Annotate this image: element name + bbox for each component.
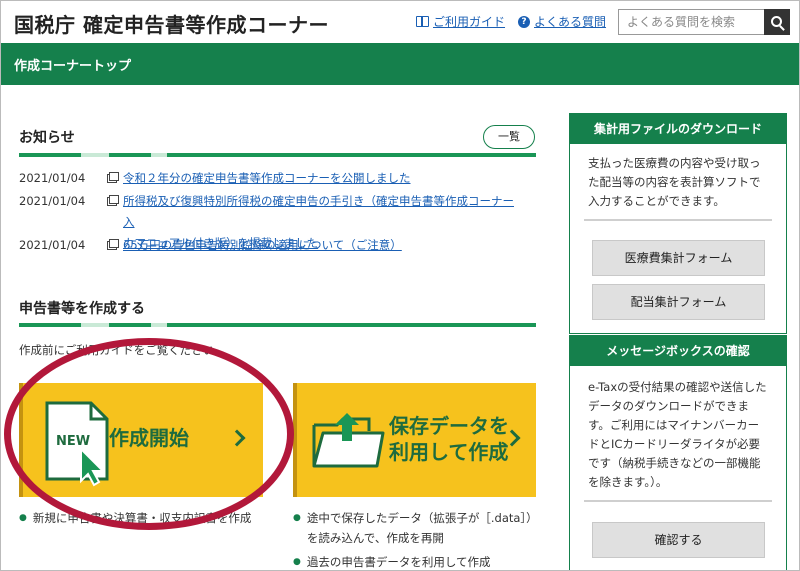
faq-link[interactable]: ? よくある質問 <box>518 13 606 30</box>
book-icon <box>416 16 429 27</box>
download-panel: 集計用ファイルのダウンロード 支払った医療費の内容や受け取った配当等の内容を表計… <box>569 113 787 334</box>
restore-bullet: ● 途中で保存したデータ（拡張子が［.data］）を読み込んで、作成を再開 <box>293 508 543 548</box>
news-list-button[interactable]: 一覧 <box>483 125 535 149</box>
download-panel-heading: 集計用ファイルのダウンロード <box>570 114 786 144</box>
download-panel-text: 支払った医療費の内容や受け取った配当等の内容を表計算ソフトで入力することができま… <box>588 156 761 208</box>
search-icon <box>770 15 782 27</box>
bullet-text: 過去の申告書データを利用して作成 <box>306 555 491 569</box>
create-heading: 申告書等を作成する <box>19 301 145 317</box>
breadcrumb-top: 作成コーナートップ <box>14 59 132 74</box>
news-date: 2021/01/04 <box>19 171 86 185</box>
messagebox-panel-heading: メッセージボックスの確認 <box>570 336 786 366</box>
guide-link-label: ご利用ガイド <box>433 15 506 29</box>
faq-link-label: よくある質問 <box>534 15 607 29</box>
chevron-right-icon <box>228 429 246 447</box>
page-frame: 国税庁 確定申告書等作成コーナー ご利用ガイド ? よくある質問 作成コーナート… <box>0 0 800 571</box>
guide-link[interactable]: ご利用ガイド <box>416 13 505 30</box>
site-title[interactable]: 国税庁 確定申告書等作成コーナー <box>14 9 329 38</box>
medical-form-button[interactable]: 医療費集計フォーム <box>592 240 765 276</box>
restore-data-label: 保存データを 利用して作成 <box>389 413 509 465</box>
search-button[interactable] <box>764 9 790 35</box>
restore-data-button[interactable]: 保存データを 利用して作成 <box>293 383 536 497</box>
restore-bullet: ● 過去の申告書データを利用して作成 <box>293 552 491 570</box>
svg-text:NEW: NEW <box>56 434 90 449</box>
news-heading: お知らせ <box>19 130 75 146</box>
window-icon <box>107 172 119 183</box>
divider <box>584 500 772 502</box>
window-icon <box>107 195 119 206</box>
divider <box>584 219 772 221</box>
messagebox-panel: メッセージボックスの確認 e-Taxの受付結果の確認や送信したデータのダウンロー… <box>569 335 787 570</box>
news-item: 2021/01/04 令和２年分の確定申告書等作成コーナーを公開しました <box>19 168 411 189</box>
bullet-icon: ● <box>19 513 27 523</box>
news-divider <box>19 153 536 157</box>
news-link-line1: 所得税及び復興特別所得税の確定申告の手引き（確定申告書等作成コーナー入 <box>123 194 514 229</box>
new-document-icon: NEW <box>45 401 109 487</box>
restore-data-line1: 保存データを <box>389 414 509 438</box>
site-header: 国税庁 確定申告書等作成コーナー ご利用ガイド ? よくある質問 <box>1 1 799 43</box>
dividend-form-button[interactable]: 配当集計フォーム <box>592 284 765 320</box>
news-link[interactable]: 令和２年分の確定申告書等作成コーナーを公開しました <box>123 168 411 189</box>
bullet-text: 新規に申告書や決算書・収支内訳書を作成 <box>32 511 252 525</box>
window-icon <box>107 239 119 250</box>
start-create-label: 作成開始 <box>109 426 189 450</box>
news-item: 2021/01/04 65万円の青色申告特別控除の適用について（ご注意） <box>19 235 402 256</box>
start-bullet: ● 新規に申告書や決算書・収支内訳書を作成 <box>19 508 251 528</box>
news-date: 2021/01/04 <box>19 238 86 252</box>
search-input[interactable] <box>618 9 764 35</box>
bullet-icon: ● <box>293 557 301 567</box>
news-link[interactable]: 65万円の青色申告特別控除の適用について（ご注意） <box>123 235 402 256</box>
bullet-icon: ● <box>293 513 301 523</box>
create-divider <box>19 323 536 327</box>
folder-upload-icon <box>312 413 385 468</box>
start-create-button[interactable]: NEW 作成開始 <box>19 383 263 497</box>
restore-data-line2: 利用して作成 <box>389 440 509 464</box>
guide-note: 作成前にご利用ガイドをご覧ください。 <box>19 343 226 357</box>
confirm-button[interactable]: 確認する <box>592 522 765 558</box>
bullet-text: 途中で保存したデータ（拡張子が［.data］）を読み込んで、作成を再開 <box>306 511 538 545</box>
messagebox-panel-text: e-Taxの受付結果の確認や送信したデータのダウンロードができます。ご利用にはマ… <box>588 380 767 489</box>
nav-bar: 作成コーナートップ <box>1 43 799 85</box>
question-icon: ? <box>518 15 530 28</box>
